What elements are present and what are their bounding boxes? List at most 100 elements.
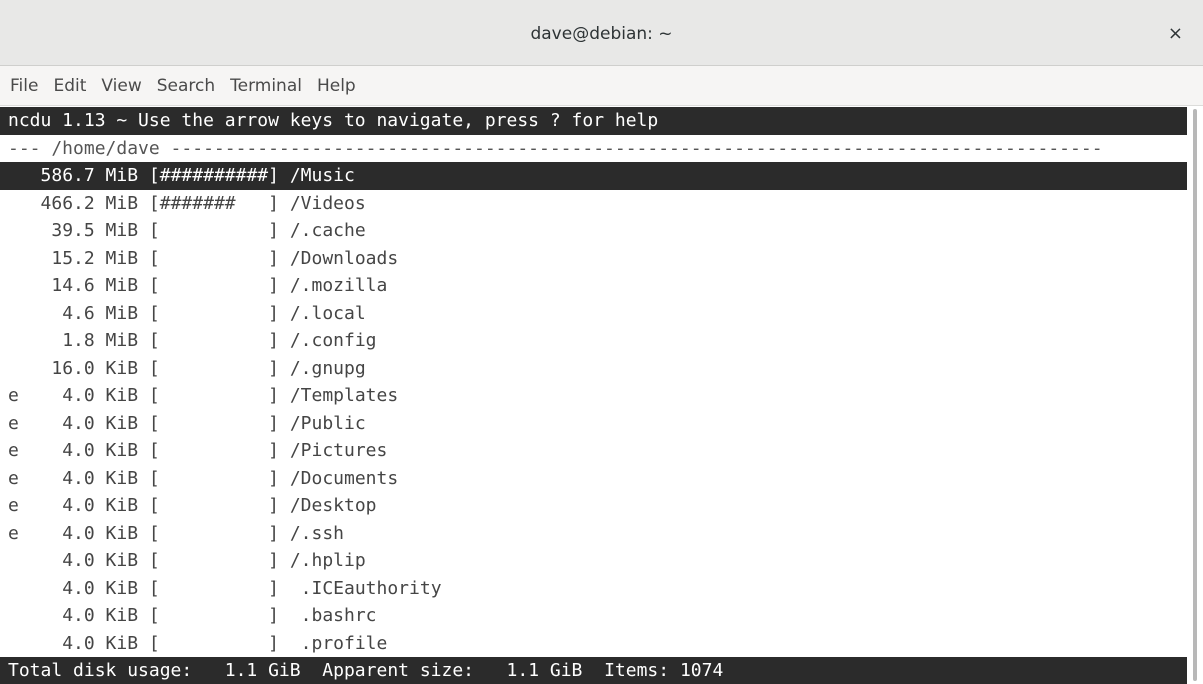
terminal-window: dave@debian: ~ × File Edit View Search T… [0,0,1203,684]
entry-flag: e [8,440,19,461]
entry-size: 4.0 KiB [40,632,139,654]
entry-size: 16.0 KiB [40,357,139,379]
entry-name: /Public [289,412,366,434]
entry-usage-bar: [ ] [148,302,279,324]
entry-flag [8,330,19,351]
status-bar: Total disk usage: 1.1 GiB Apparent size:… [0,656,1187,684]
apparent-size-label: Apparent size: [322,659,475,681]
entry-usage-bar: [ ] [148,385,279,406]
entry-size: 4.0 KiB [40,412,139,434]
entry-usage-bar: [ ] [148,632,279,654]
entry-name: /.config [289,330,377,351]
entry-name: .ICEauthority [289,577,442,599]
entry-row[interactable]: e 4.0 KiB [ ] /.ssh [0,520,1187,548]
entry-row[interactable]: e 4.0 KiB [ ] /Pictures [0,437,1187,465]
entry-size: 466.2 MiB [40,192,139,214]
entry-name: /.ssh [289,522,344,544]
entry-flag [8,248,19,269]
entry-flag: e [8,467,19,489]
selected-entry-row[interactable]: 586.7 MiB [##########] /Music [0,162,1187,190]
entry-usage-bar: [ ] [148,412,279,434]
entry-flag [8,303,19,324]
entry-size: 586.7 MiB [40,165,139,186]
entry-flag: e [8,495,19,516]
items-label: Items: [604,659,670,681]
entry-size: 1.8 MiB [40,330,139,351]
scrollbar[interactable] [1187,107,1203,684]
entry-name: /Downloads [289,247,399,269]
entry-usage-bar: [ ] [148,577,279,599]
entry-size: 4.0 KiB [40,605,139,626]
entry-usage-bar: [##########] [148,165,279,186]
entry-usage-bar: [ ] [148,440,279,461]
entry-row[interactable]: 4.0 KiB [ ] .ICEauthority [0,575,1187,603]
entry-row[interactable]: e 4.0 KiB [ ] /Desktop [0,492,1187,520]
entry-size: 4.6 MiB [40,302,139,324]
current-directory-line: --- /home/dave -------------------------… [8,137,1103,159]
scrollbar-thumb[interactable] [1193,109,1197,681]
entry-flag [8,578,19,599]
entry-usage-bar: [ ] [148,467,279,489]
entry-row[interactable]: 39.5 MiB [ ] /.cache [0,217,1187,245]
entry-row[interactable]: 15.2 MiB [ ] /Downloads [0,245,1187,273]
entry-row[interactable]: 4.0 KiB [ ] .bashrc [0,602,1187,630]
menu-edit[interactable]: Edit [53,76,86,96]
entry-name: /Music [289,165,355,186]
total-usage-value: 1.1 GiB [224,659,301,681]
entry-usage-bar: [ ] [148,605,279,626]
entry-usage-bar: [ ] [148,330,279,351]
menu-help[interactable]: Help [317,76,356,96]
menu-search[interactable]: Search [157,76,215,96]
entry-name: /Desktop [289,495,377,516]
entry-size: 4.0 KiB [40,467,139,489]
title-bar[interactable]: dave@debian: ~ × [0,0,1203,66]
entry-size: 14.6 MiB [40,275,139,296]
entry-size: 15.2 MiB [40,247,139,269]
entry-usage-bar: [ ] [148,247,279,269]
terminal-area[interactable]: ncdu 1.13 ~ Use the arrow keys to naviga… [0,107,1187,684]
entry-name: .profile [289,632,388,654]
entry-flag [8,633,19,654]
menu-view[interactable]: View [101,76,141,96]
entry-size: 4.0 KiB [40,385,139,406]
entry-size: 4.0 KiB [40,550,139,571]
entry-flag [8,358,19,379]
entry-flag [8,605,19,626]
entry-size: 39.5 MiB [40,220,139,241]
entry-flag [8,193,19,214]
entry-usage-bar: [####### ] [148,192,279,214]
entry-name: /.hplip [289,550,366,571]
entry-flag [8,165,19,186]
entry-row[interactable]: 14.6 MiB [ ] /.mozilla [0,272,1187,300]
entry-row[interactable]: e 4.0 KiB [ ] /Public [0,410,1187,438]
entry-flag: e [8,412,19,434]
entry-row[interactable]: 4.0 KiB [ ] .profile [0,630,1187,658]
items-value: 1074 [679,659,724,681]
entry-row[interactable]: e 4.0 KiB [ ] /Documents [0,465,1187,493]
entry-flag [8,220,19,241]
entry-name: /.mozilla [289,275,388,296]
entry-usage-bar: [ ] [148,522,279,544]
menu-file[interactable]: File [10,76,38,96]
entry-usage-bar: [ ] [148,357,279,379]
entry-name: .bashrc [289,605,377,626]
entry-row[interactable]: e 4.0 KiB [ ] /Templates [0,382,1187,410]
entry-name: /Videos [289,192,366,214]
entry-name: /.gnupg [289,357,366,379]
entry-row[interactable]: 1.8 MiB [ ] /.config [0,327,1187,355]
entry-row[interactable]: 16.0 KiB [ ] /.gnupg [0,355,1187,383]
menu-terminal[interactable]: Terminal [230,76,302,96]
menu-bar: File Edit View Search Terminal Help [0,66,1203,106]
entry-size: 4.0 KiB [40,495,139,516]
entry-row[interactable]: 466.2 MiB [####### ] /Videos [0,190,1187,218]
entry-name: /Templates [289,385,399,406]
entry-row[interactable]: 4.0 KiB [ ] /.hplip [0,547,1187,575]
entry-flag [8,550,19,571]
entry-name: /Pictures [289,440,388,461]
entry-flag [8,275,19,296]
window-title: dave@debian: ~ [530,24,673,44]
entry-flag: e [8,385,19,406]
entry-name: /.local [289,302,366,324]
entry-row[interactable]: 4.6 MiB [ ] /.local [0,300,1187,328]
close-icon[interactable]: × [1168,23,1183,44]
